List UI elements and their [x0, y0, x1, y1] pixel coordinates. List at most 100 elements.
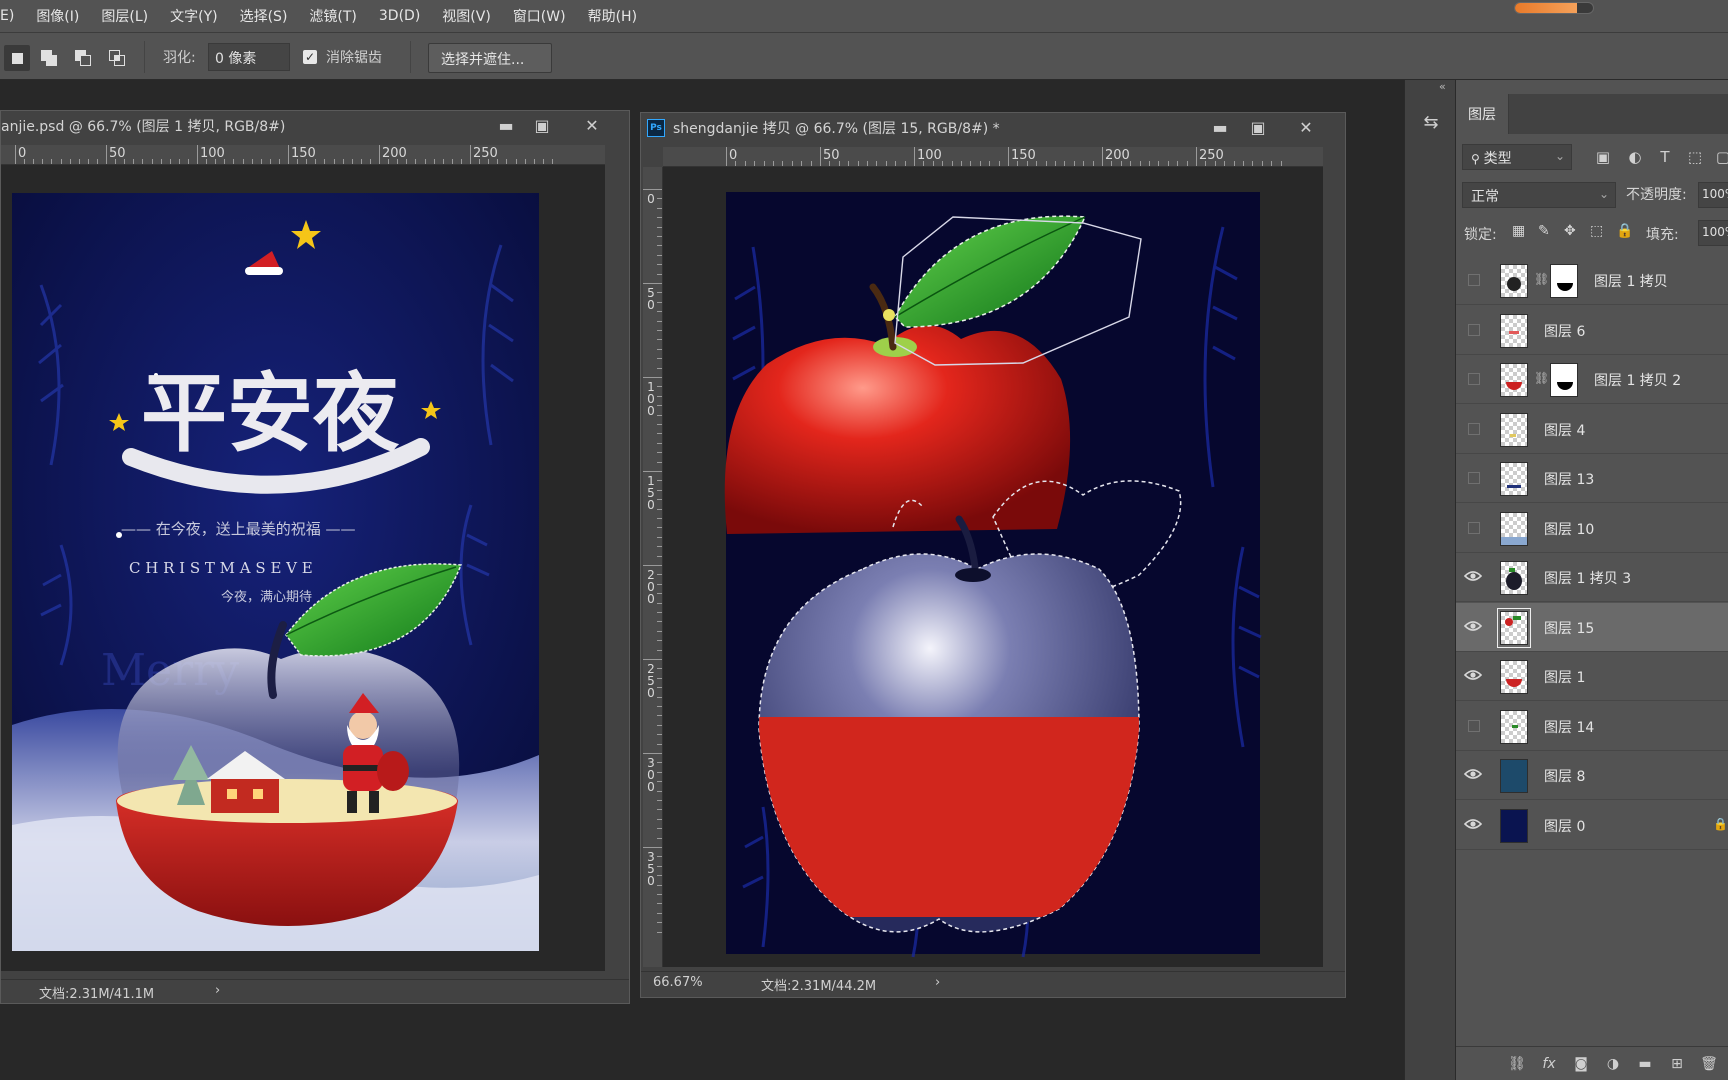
layer-name[interactable]: 图层 0 [1544, 816, 1585, 836]
close-icon[interactable]: ✕ [1295, 117, 1317, 139]
layer-mask-thumbnail[interactable] [1550, 264, 1578, 298]
maximize-icon[interactable]: ▣ [1247, 117, 1269, 139]
menu-select[interactable]: 选择(S) [226, 6, 296, 26]
lock-transparent-icon[interactable]: ▦ [1512, 223, 1525, 239]
layer-thumbnail[interactable] [1500, 462, 1528, 496]
menu-filter[interactable]: 滤镜(T) [295, 6, 364, 26]
doc2-zoom-level[interactable]: 66.67% [653, 975, 703, 990]
layer-row[interactable]: 图层 15 [1456, 602, 1728, 652]
history-panel-icon[interactable]: ⇆ [1419, 112, 1443, 136]
lock-all-icon[interactable]: 🔒 [1616, 223, 1633, 239]
layer-row[interactable]: 图层 10 [1456, 504, 1728, 553]
visibility-toggle[interactable] [1468, 373, 1480, 385]
menu-edit[interactable]: E) [0, 8, 22, 24]
adjustment-layer-icon[interactable]: ◑ [1604, 1055, 1622, 1073]
layer-name[interactable]: 图层 8 [1544, 766, 1585, 786]
status-arrow-icon[interactable]: › [215, 983, 220, 998]
minimize-icon[interactable]: ▬ [1209, 117, 1231, 139]
add-mask-icon[interactable]: ◙ [1572, 1055, 1590, 1073]
layer-row[interactable]: 图层 8 [1456, 751, 1728, 800]
layer-name[interactable]: 图层 1 拷贝 [1594, 271, 1668, 291]
status-arrow-icon[interactable]: › [935, 975, 940, 990]
subtract-from-selection-icon[interactable] [70, 45, 96, 71]
layer-name[interactable]: 图层 1 拷贝 3 [1544, 568, 1631, 588]
layer-thumbnail[interactable] [1500, 313, 1528, 348]
antialias-checkbox[interactable]: ✓ [303, 50, 317, 64]
layer-name[interactable]: 图层 1 拷贝 2 [1594, 370, 1681, 390]
delete-layer-icon[interactable]: 🗑 [1700, 1055, 1718, 1073]
layer-name[interactable]: 图层 4 [1544, 420, 1585, 440]
lock-artboard-icon[interactable]: ⬚ [1590, 223, 1603, 239]
layer-row[interactable]: 图层 1 拷贝 3 [1456, 553, 1728, 602]
visibility-toggle[interactable] [1468, 274, 1480, 286]
layer-thumbnail[interactable] [1500, 808, 1528, 843]
new-selection-mode-icon[interactable] [4, 45, 30, 71]
adjustment-layer-filter-icon[interactable]: ◐ [1626, 148, 1644, 166]
menu-3d[interactable]: 3D(D) [365, 8, 428, 24]
visibility-toggle[interactable] [1468, 422, 1480, 435]
visibility-toggle[interactable] [1468, 719, 1480, 732]
feather-input[interactable]: 0 像素 [208, 43, 290, 71]
minimize-icon[interactable]: ▬ [495, 115, 517, 137]
layer-name[interactable]: 图层 10 [1544, 519, 1594, 539]
eye-icon[interactable] [1464, 817, 1482, 831]
layer-row[interactable]: ⛓ 图层 1 拷贝 2 [1456, 355, 1728, 404]
layer-thumbnail[interactable] [1500, 759, 1528, 793]
opacity-input[interactable]: 100% [1698, 182, 1728, 208]
layer-row[interactable]: 图层 1 [1456, 652, 1728, 701]
layer-thumbnail[interactable] [1500, 412, 1528, 447]
layer-style-fx-icon[interactable]: fx [1540, 1055, 1558, 1073]
layer-thumbnail[interactable] [1500, 264, 1528, 298]
type-layer-filter-icon[interactable]: T [1656, 148, 1674, 166]
doc1-canvas-area[interactable]: Merry 平安夜 —— 在今夜，送上最美的祝福 —— C H R I S T … [1, 165, 605, 971]
menu-window[interactable]: 窗口(W) [499, 6, 574, 26]
select-and-mask-button[interactable]: 选择并遮住... [428, 43, 552, 73]
document-window-2[interactable]: Ps shengdanjie 拷贝 @ 66.7% (图层 15, RGB/8#… [640, 112, 1346, 998]
new-group-icon[interactable]: ▬ [1636, 1055, 1654, 1073]
layer-name[interactable]: 图层 1 [1544, 667, 1585, 687]
link-icon[interactable]: ⛓ [1534, 272, 1549, 288]
shape-layer-filter-icon[interactable]: ⬚ [1686, 148, 1704, 166]
menu-image[interactable]: 图像(I) [22, 6, 87, 26]
layer-row[interactable]: 图层 4 [1456, 405, 1728, 454]
layer-row[interactable]: 图层 14 [1456, 702, 1728, 751]
document-window-1[interactable]: anjie.psd @ 66.7% (图层 1 拷贝, RGB/8#) ▬ ▣ … [0, 110, 630, 1004]
menu-help[interactable]: 帮助(H) [574, 6, 645, 26]
link-icon[interactable]: ⛓ [1534, 371, 1549, 387]
layer-row[interactable]: 图层 0 🔒 [1456, 801, 1728, 850]
lock-image-pixels-icon[interactable]: ✎ [1538, 223, 1550, 239]
layer-thumbnail[interactable] [1497, 607, 1531, 648]
layer-name[interactable]: 图层 6 [1544, 321, 1585, 341]
close-icon[interactable]: ✕ [581, 115, 603, 137]
menu-type[interactable]: 文字(Y) [156, 6, 225, 26]
layer-thumbnail[interactable] [1500, 561, 1528, 595]
layer-row[interactable]: 图层 6 [1456, 306, 1728, 355]
layer-thumbnail[interactable] [1500, 660, 1528, 694]
menu-view[interactable]: 视图(V) [428, 6, 499, 26]
visibility-toggle[interactable] [1468, 521, 1480, 534]
layer-name[interactable]: 图层 14 [1544, 717, 1594, 737]
layer-filter-select[interactable]: ⚲ 类型 ⌄ [1462, 144, 1572, 170]
menu-layer[interactable]: 图层(L) [87, 6, 156, 26]
doc2-titlebar[interactable]: Ps shengdanjie 拷贝 @ 66.7% (图层 15, RGB/8#… [641, 113, 1345, 143]
visibility-toggle[interactable] [1468, 472, 1480, 484]
smart-object-filter-icon[interactable]: ▢ [1714, 148, 1728, 166]
layer-mask-thumbnail[interactable] [1550, 363, 1578, 397]
layer-thumbnail[interactable] [1500, 709, 1528, 744]
link-layers-icon[interactable]: ⛓ [1508, 1055, 1526, 1073]
intersect-selection-icon[interactable] [104, 45, 130, 71]
layer-thumbnail[interactable] [1500, 511, 1528, 546]
layer-name[interactable]: 图层 15 [1544, 618, 1594, 638]
pixel-layer-filter-icon[interactable]: ▣ [1594, 148, 1612, 166]
lock-position-icon[interactable]: ✥ [1564, 223, 1576, 239]
layer-thumbnail[interactable] [1500, 363, 1528, 397]
maximize-icon[interactable]: ▣ [531, 115, 553, 137]
doc2-canvas-area[interactable]: Merry Christmas [663, 167, 1323, 967]
eye-icon[interactable] [1464, 569, 1482, 583]
layer-name[interactable]: 图层 13 [1544, 469, 1594, 489]
eye-icon[interactable] [1464, 767, 1482, 781]
visibility-toggle[interactable] [1468, 323, 1480, 336]
tab-layers[interactable]: 图层 [1456, 94, 1509, 134]
layer-row[interactable]: ⛓ 图层 1 拷贝 [1456, 256, 1728, 305]
collapse-panels-icon[interactable]: « [1439, 80, 1446, 93]
